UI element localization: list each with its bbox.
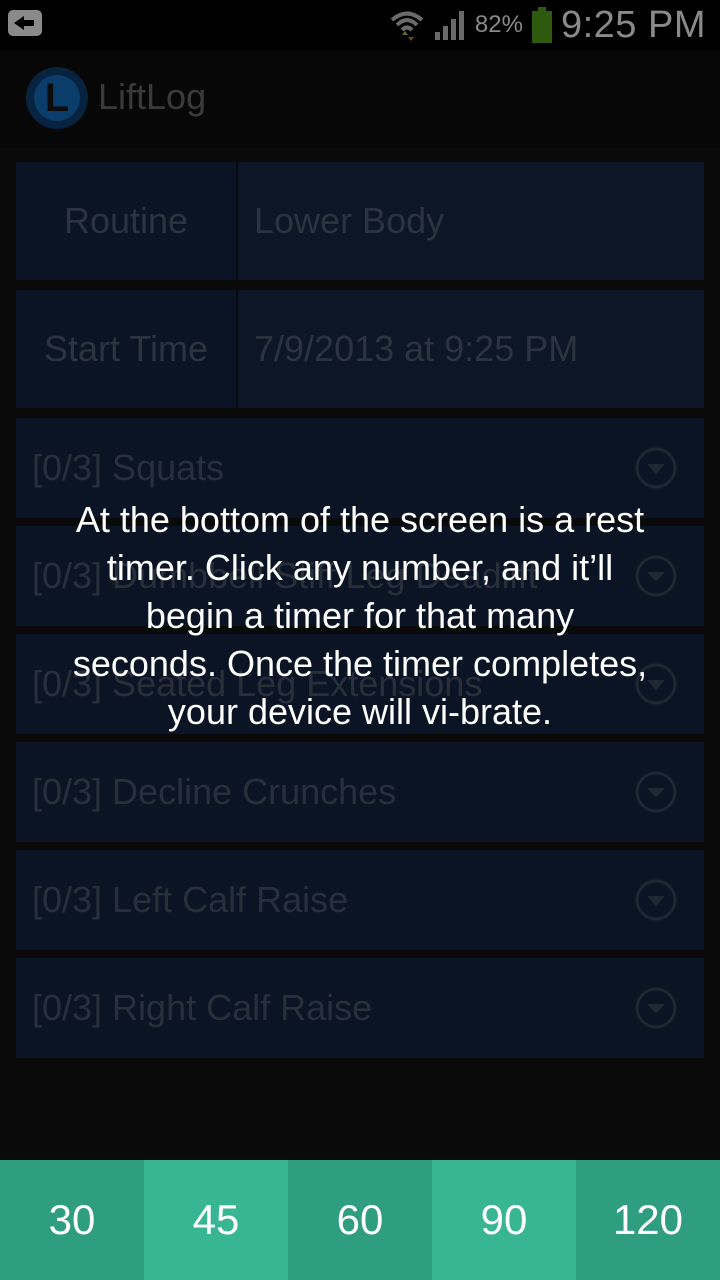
expand-chevron-icon[interactable] [634, 986, 678, 1030]
timer-button-90[interactable]: 90 [432, 1160, 576, 1280]
timer-button-60[interactable]: 60 [288, 1160, 432, 1280]
timer-button-120[interactable]: 120 [576, 1160, 720, 1280]
status-bar: 82% 9:25 PM [0, 0, 720, 50]
wifi-icon [390, 11, 424, 41]
start-time-label: Start Time [16, 290, 236, 408]
exercise-row[interactable]: [0/3] Decline Crunches [16, 742, 704, 842]
battery-icon [531, 7, 552, 43]
app-title: LiftLog [98, 76, 207, 117]
exercise-label: [0/3] Right Calf Raise [32, 987, 373, 1028]
status-time: 9:25 PM [560, 3, 706, 46]
app-bar: L LiftLog [0, 50, 720, 148]
routine-label: Routine [16, 162, 236, 280]
expand-chevron-icon[interactable] [634, 770, 678, 814]
status-indicators: 82% 9:25 PM [389, 2, 706, 48]
start-time-row[interactable]: Start Time 7/9/2013 at 9:25 PM [16, 290, 704, 408]
exercise-row[interactable]: [0/3] Left Calf Raise [16, 850, 704, 950]
timer-button-45[interactable]: 45 [144, 1160, 288, 1280]
app-logo[interactable]: L [26, 67, 88, 129]
expand-chevron-icon[interactable] [634, 446, 678, 490]
logo-letter: L [44, 75, 70, 120]
routine-value[interactable]: Lower Body [238, 162, 704, 280]
timer-button-30[interactable]: 30 [0, 1160, 144, 1280]
signal-icon [434, 11, 464, 40]
routine-row[interactable]: Routine Lower Body [16, 162, 704, 280]
rest-timer-bar: 30 45 60 90 120 [0, 1160, 720, 1280]
exercise-label: [0/3] Left Calf Raise [32, 879, 349, 920]
expand-chevron-icon[interactable] [634, 878, 678, 922]
exercise-row[interactable]: [0/3] Right Calf Raise [16, 958, 704, 1058]
tutorial-overlay-text: At the bottom of the screen is a rest ti… [72, 499, 648, 732]
back-notification-icon [8, 10, 42, 36]
battery-percent: 82% [474, 11, 523, 38]
exercise-label: [0/3] Squats [32, 447, 225, 488]
start-time-value[interactable]: 7/9/2013 at 9:25 PM [238, 290, 704, 408]
exercise-label: [0/3] Decline Crunches [32, 771, 397, 812]
